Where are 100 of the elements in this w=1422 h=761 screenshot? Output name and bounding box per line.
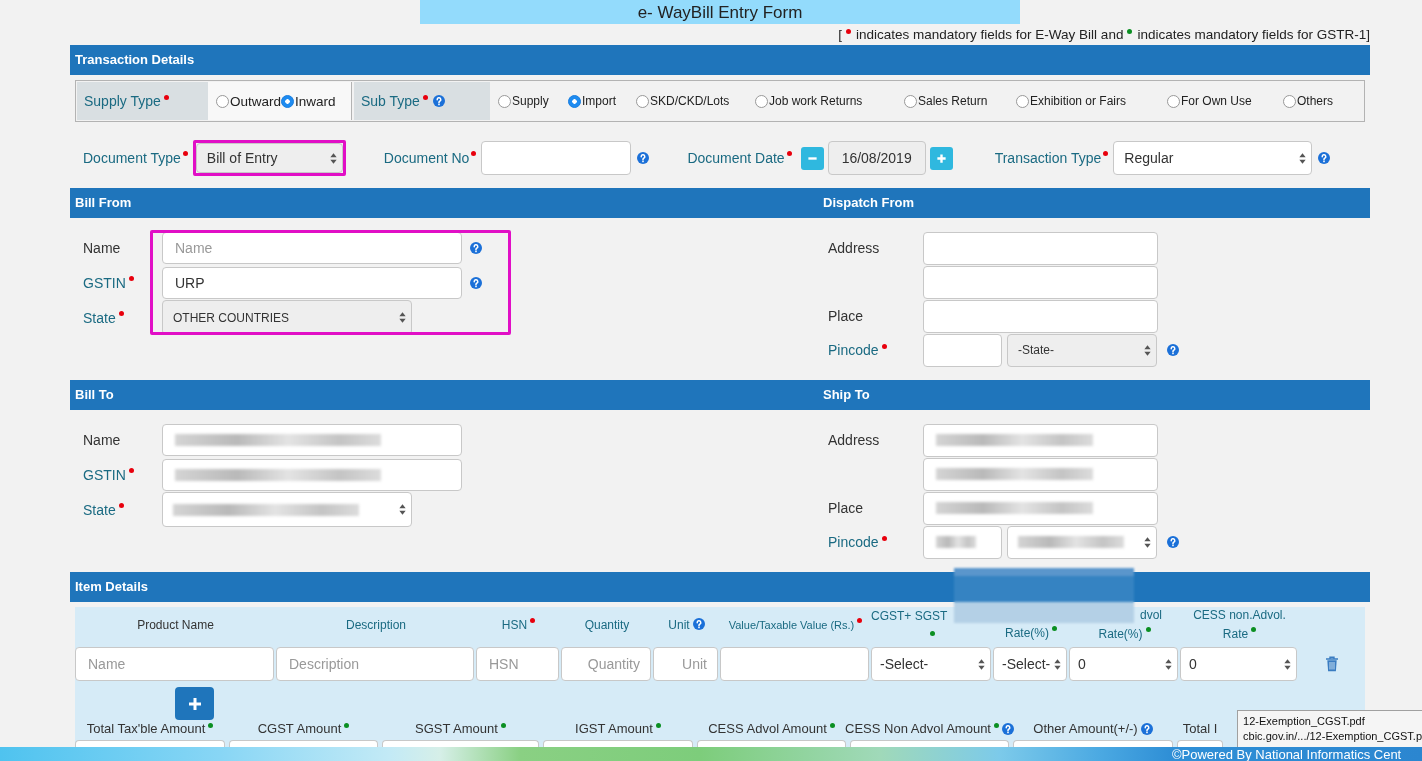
field-label: Transaction Type <box>994 150 1102 166</box>
input-field[interactable] <box>923 265 1158 299</box>
field-label: Name <box>83 239 121 256</box>
amount-field[interactable] <box>697 740 846 747</box>
field-label: Other Amount(+/-) <box>1033 721 1138 736</box>
input-field[interactable] <box>720 647 869 681</box>
tooltip-text: cbic.gov.in/.../12-Exemption_CGST.p <box>1243 729 1422 744</box>
input-field[interactable] <box>923 299 1158 333</box>
amount-field[interactable] <box>382 740 539 747</box>
input-field[interactable] <box>481 141 632 175</box>
field-label: CESS Advol Amount <box>708 721 827 736</box>
help-icon[interactable] <box>637 152 650 164</box>
input-field[interactable] <box>162 423 462 456</box>
amount-field[interactable] <box>543 740 693 747</box>
legend-text: indicates mandatory fields for GSTR-1] <box>1137 27 1370 42</box>
field-label: Place <box>828 308 864 324</box>
input-field[interactable] <box>923 333 1002 367</box>
section-header: Bill To <box>70 380 818 410</box>
dropdown[interactable]: 0 <box>1180 647 1297 681</box>
field-label: Sub Type <box>361 93 420 109</box>
select-arrows-icon <box>1144 344 1151 356</box>
dropdown[interactable] <box>162 492 412 527</box>
amount-field[interactable] <box>1013 740 1173 747</box>
input-field[interactable]: URP <box>162 266 462 299</box>
help-icon[interactable] <box>692 617 705 630</box>
input-field[interactable]: Name <box>75 647 274 681</box>
section-header: Dispatch From <box>818 188 1370 218</box>
field-label: Supply Type <box>84 93 161 109</box>
input-field[interactable]: HSN <box>476 647 559 681</box>
help-icon[interactable] <box>1167 536 1179 548</box>
input-field[interactable] <box>923 525 1002 559</box>
field-label: Place <box>828 500 864 516</box>
input-field[interactable] <box>923 423 1158 457</box>
radio-option[interactable]: Exhibition or Fairs <box>1016 94 1167 108</box>
help-icon[interactable] <box>1318 152 1331 164</box>
radio-option[interactable]: For Own Use <box>1167 94 1283 108</box>
input-field[interactable] <box>923 457 1158 491</box>
input-field[interactable]: Description <box>276 647 474 681</box>
input-field[interactable]: Unit <box>653 647 718 681</box>
radio-option[interactable]: Import <box>568 94 636 108</box>
delete-icon[interactable] <box>1325 656 1339 672</box>
field-label: GSTIN <box>83 274 126 291</box>
field-label: Pincode <box>828 534 879 550</box>
column-header: CGST+ SGST <box>871 609 948 623</box>
select-arrows-icon <box>1054 658 1061 670</box>
dropdown[interactable]: -Select- <box>871 647 991 681</box>
column-header: Unit <box>668 617 690 632</box>
input-field[interactable] <box>162 458 462 491</box>
radio-option[interactable]: SKD/CKD/Lots <box>636 94 755 108</box>
field-label: Document Type <box>83 150 181 166</box>
dropdown[interactable]: Regular <box>1113 141 1313 175</box>
field-label: Address <box>828 432 880 448</box>
input-field[interactable]: Name <box>162 231 462 264</box>
help-icon[interactable] <box>1140 722 1153 735</box>
radio-option[interactable]: Others <box>1283 94 1363 108</box>
column-header: dvol Rate(%) <box>1098 608 1162 641</box>
legend-text: indicates mandatory fields for E-Way Bill and <box>856 27 1124 42</box>
select-arrows-icon <box>978 658 985 670</box>
input-field[interactable] <box>923 491 1158 525</box>
radio-option[interactable]: Supply <box>498 94 568 108</box>
footer-text: ©Powered By National Informatics Cent <box>1172 747 1402 761</box>
add-row-button[interactable] <box>175 687 214 720</box>
field-label: State <box>83 501 116 518</box>
field-label: SGST Amount <box>415 721 498 736</box>
help-icon[interactable] <box>1002 722 1014 735</box>
field-label: GSTIN <box>83 466 126 483</box>
field-label: Address <box>828 240 880 256</box>
field-label: Total Tax'ble Amount <box>86 721 206 736</box>
input-field[interactable] <box>923 231 1158 265</box>
dropdown[interactable] <box>1007 525 1157 559</box>
dropdown[interactable]: -Select- <box>993 647 1067 681</box>
legend-text: [ <box>838 27 843 42</box>
radio-option[interactable]: Inward <box>281 93 336 109</box>
column-header: Description <box>346 617 406 632</box>
input-field[interactable]: Quantity <box>561 647 651 681</box>
column-header: Value/Taxable Value (Rs.) <box>728 618 855 631</box>
select-arrows-icon <box>1165 658 1172 670</box>
amount-field[interactable] <box>229 740 378 747</box>
amount-field[interactable] <box>850 740 1009 747</box>
tooltip-text: 12-Exemption_CGST.pdf <box>1243 714 1366 729</box>
field-label: Document No <box>383 150 470 166</box>
help-icon[interactable] <box>470 276 482 289</box>
radio-option[interactable]: Job work Returns <box>755 94 904 108</box>
field-label: CESS Non Advol Amount <box>845 721 991 736</box>
column-header: HSN <box>501 617 528 632</box>
select-arrows-icon <box>1284 658 1291 670</box>
select-arrows-icon <box>329 152 337 164</box>
help-icon[interactable] <box>470 241 482 254</box>
radio-option[interactable]: Sales Return <box>904 94 1016 108</box>
help-icon[interactable] <box>432 95 445 107</box>
select-arrows-icon <box>1299 152 1307 164</box>
plus-icon <box>187 696 202 711</box>
select-arrows-icon <box>399 312 406 323</box>
column-header: CESS non.Advol. Rate <box>1193 608 1286 641</box>
amount-field[interactable] <box>1177 740 1223 747</box>
field-label: State <box>83 309 116 326</box>
radio-option[interactable]: Outward <box>216 93 282 109</box>
amount-field[interactable] <box>75 740 225 747</box>
field-label: IGST Amount <box>575 721 653 736</box>
dropdown[interactable]: 0 <box>1069 647 1178 681</box>
